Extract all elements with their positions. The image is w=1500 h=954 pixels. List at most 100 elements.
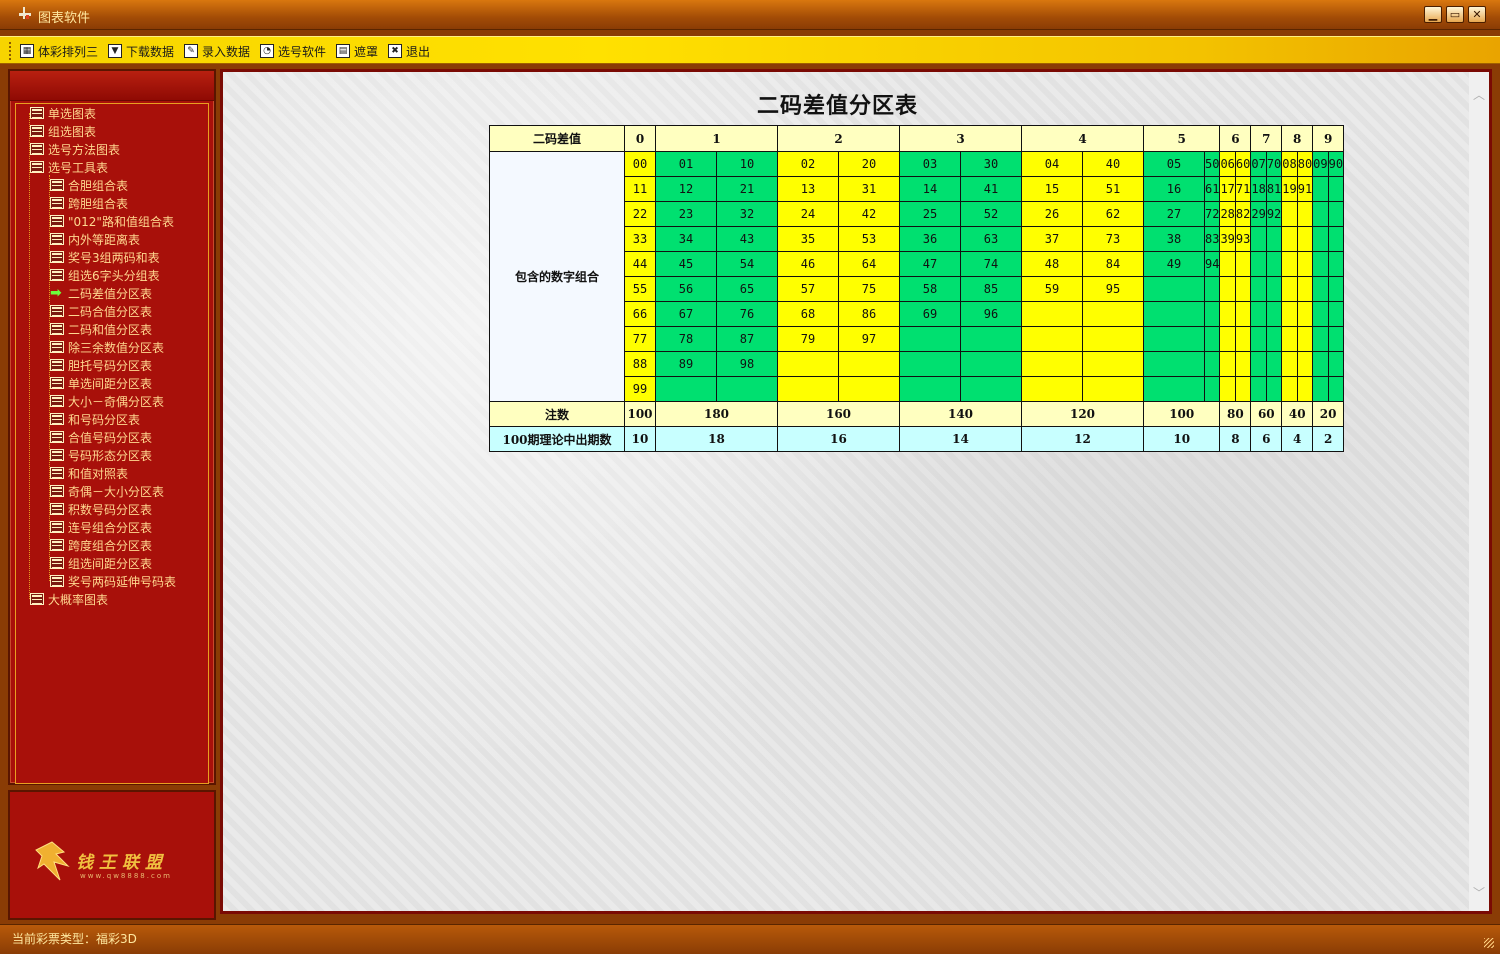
combo-cell: 93	[1234, 226, 1252, 252]
combo-cell	[1327, 201, 1345, 227]
combo-cell	[1296, 376, 1314, 402]
toolbar-download-button[interactable]: ▼ 下载数据	[108, 42, 174, 60]
tree-item-20[interactable]: 连号组合分区表	[50, 518, 152, 536]
tree-item-14[interactable]: 和号码分区表	[50, 410, 140, 428]
combo-cell	[1327, 276, 1345, 302]
combo-cell: 73	[1082, 226, 1144, 252]
tree-item-21[interactable]: 跨度组合分区表	[50, 536, 152, 554]
tree-item-10[interactable]: 除三余数值分区表	[50, 338, 164, 356]
tree-item-11[interactable]: 胆托号码分区表	[50, 356, 152, 374]
toolbar-enter-data-button[interactable]: ✎ 录入数据	[184, 42, 250, 60]
combo-cell	[1203, 326, 1221, 352]
table-icon	[50, 305, 64, 317]
tree-item-23[interactable]: 奖号两码延伸号码表	[50, 572, 176, 590]
tree-item-17[interactable]: 和值对照表	[50, 464, 128, 482]
toolbar-mask-button[interactable]: ▤ 遮罩	[336, 42, 378, 60]
combo-cell: 10	[716, 151, 778, 177]
toolbar-label: 选号软件	[278, 44, 327, 59]
count-cell: 20	[1312, 401, 1345, 427]
tree-node-tools[interactable]: 选号工具表	[30, 158, 108, 176]
tree-item-18[interactable]: 奇偶－大小分区表	[50, 482, 164, 500]
tree-node-label: 选号工具表	[48, 160, 109, 175]
combo-cell: 46	[777, 251, 839, 277]
combo-cell: 84	[1082, 251, 1144, 277]
combo-cell: 64	[838, 251, 900, 277]
combo-cell: 51	[1082, 176, 1144, 202]
tree-item-3[interactable]: "012"路和值组合表	[50, 212, 174, 230]
tree-item-13[interactable]: 大小－奇偶分区表	[50, 392, 164, 410]
chevron-up-icon[interactable]: ︿	[1473, 86, 1485, 103]
toolbar-label: 遮罩	[354, 44, 379, 59]
tree-item-5[interactable]: 奖号3组两码和表	[50, 248, 160, 266]
combo-cell: 83	[1203, 226, 1221, 252]
combo-cell: 86	[838, 301, 900, 327]
table-icon	[50, 395, 64, 407]
toolbar-exit-button[interactable]: ✖ 退出	[388, 42, 430, 60]
combo-cell	[1265, 351, 1283, 377]
tree-item-selected[interactable]: ➡ 二码差值分区表	[50, 284, 152, 302]
combo-cell: 57	[777, 276, 839, 302]
tree-item-12[interactable]: 单选间距分区表	[50, 374, 152, 392]
table-icon: ▦	[20, 44, 34, 58]
combo-cell: 81	[1265, 176, 1283, 202]
combo-cell	[1021, 326, 1083, 352]
tree-item-label: 合胆组合表	[68, 178, 129, 193]
vertical-scrollbar[interactable]: ︿ ﹀	[1469, 72, 1489, 911]
minimize-button[interactable]: ▁	[1424, 6, 1442, 23]
chevron-down-icon[interactable]: ﹀	[1473, 884, 1485, 901]
combo-cell: 61	[1203, 176, 1221, 202]
combo-cell: 19	[1281, 176, 1298, 202]
tree-item-label: 内外等距离表	[68, 232, 141, 247]
combo-cell: 18	[1250, 176, 1267, 202]
tree-node-single-chart[interactable]: 单选图表	[30, 104, 96, 122]
tree-node-high-prob[interactable]: 大概率图表	[30, 590, 108, 608]
tree-item-9[interactable]: 二码和值分区表	[50, 320, 152, 338]
toolbar-number-picker-button[interactable]: ◔ 选号软件	[260, 42, 326, 60]
tree-item-15[interactable]: 合值号码分区表	[50, 428, 152, 446]
combo-cell: 20	[838, 151, 900, 177]
combo-cell: 58	[899, 276, 961, 302]
combo-cell	[1250, 276, 1267, 302]
toolbar-tc-pl3-button[interactable]: ▦ 体彩排列三	[20, 42, 98, 60]
tree-item-22[interactable]: 组选间距分区表	[50, 554, 152, 572]
tree-item-label: "012"路和值组合表	[68, 214, 174, 229]
tree-item-2[interactable]: 跨胆组合表	[50, 194, 128, 212]
combo-cell	[1143, 326, 1205, 352]
diff-header-cell: 5	[1142, 125, 1221, 152]
combo-cell: 71	[1234, 176, 1252, 202]
combo-cell	[1021, 351, 1083, 377]
tree-item-16[interactable]: 号码形态分区表	[50, 446, 152, 464]
combo-cell	[1250, 376, 1267, 402]
resize-grip-icon[interactable]	[1484, 938, 1494, 948]
tree-item-6[interactable]: 组选6字头分组表	[50, 266, 160, 284]
tree-node-group-chart[interactable]: 组选图表	[30, 122, 96, 140]
combo-cell	[1219, 351, 1236, 377]
tree-node-method-chart[interactable]: 选号方法图表	[30, 140, 120, 158]
combo-cell	[1327, 376, 1345, 402]
combo-cell	[1296, 301, 1314, 327]
tree-item-19[interactable]: 积数号码分区表	[50, 500, 152, 518]
combo-cell	[1082, 376, 1144, 402]
combo-cell: 68	[777, 301, 839, 327]
tree-item-8[interactable]: 二码合值分区表	[50, 302, 152, 320]
table-icon	[50, 557, 64, 569]
combo-cell: 74	[960, 251, 1022, 277]
table-icon	[50, 215, 64, 227]
combo-cell	[1234, 276, 1252, 302]
tree-item-1[interactable]: 合胆组合表	[50, 176, 128, 194]
count-cell: 180	[655, 401, 778, 427]
combo-cell: 11	[624, 176, 656, 202]
restore-button[interactable]: ▭	[1446, 6, 1464, 23]
tree-item-label: 和号码分区表	[68, 412, 141, 427]
table-icon	[50, 467, 64, 479]
toolbar-grip[interactable]	[9, 42, 12, 60]
count-cell: 80	[1219, 401, 1252, 427]
combo-cell: 07	[1250, 151, 1267, 177]
close-button[interactable]: ✕	[1468, 6, 1486, 23]
tree-item-4[interactable]: 内外等距离表	[50, 230, 140, 248]
toolbar-label: 下载数据	[126, 44, 175, 59]
count-row: 注数 100 180 160 140 120 100 80 60 40 20	[489, 401, 1345, 427]
combo-cell: 06	[1219, 151, 1236, 177]
diff-table: 二码差值 0 1 2 3 4 5 6 7 8 9 包含的数字组合 00 01 10 02 20 03 30 04 40 0…	[489, 125, 1345, 452]
tree-item-label: 积数号码分区表	[68, 502, 153, 517]
